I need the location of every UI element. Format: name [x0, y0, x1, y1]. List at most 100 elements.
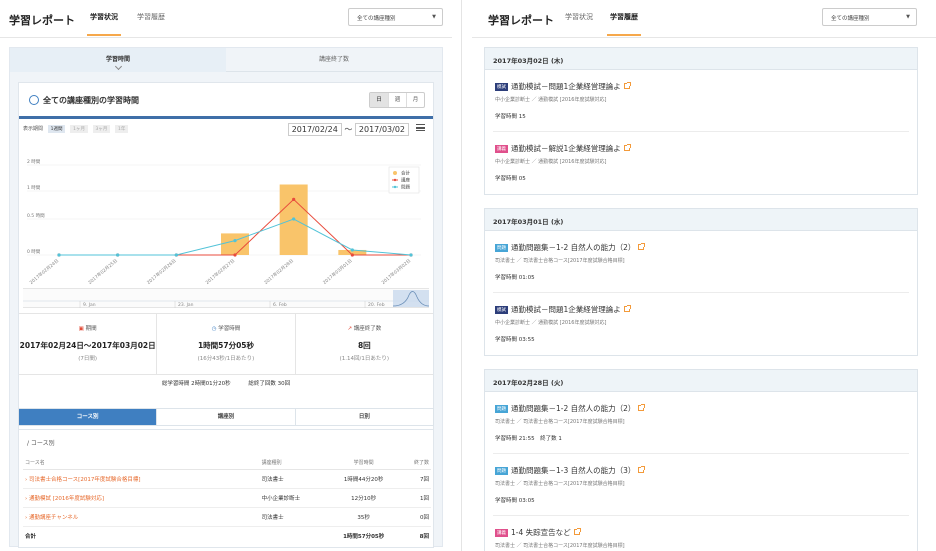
date-to-input[interactable]: 2017/03/02 — [354, 123, 409, 136]
history-entry-course: 中小企業診断士 ／ 通勤模試 [2016年度試験対応] — [495, 159, 607, 165]
course-type: 司法書士 — [259, 507, 329, 527]
series-point — [233, 253, 237, 257]
x-tick-label: 2017年02月24日 — [28, 257, 60, 286]
tab-by-lecture[interactable]: 講座別 — [156, 409, 294, 425]
course-type-select[interactable]: 全ての講座種別 ▼ — [348, 8, 443, 26]
summary-stats: ▣ 期間 2017年02月24日〜2017年03月02日 (7日間) ◷ 学習時… — [19, 313, 433, 375]
tab-by-day[interactable]: 日別 — [294, 409, 433, 425]
history-entry-title[interactable]: 問題 通勤問題集－1-3 自然人の能力（3） — [495, 465, 646, 476]
navigator-svg: 9. Jan 23. Jan 6. Feb 20. Feb — [23, 290, 430, 308]
granularity-month-button[interactable]: 月 — [406, 93, 424, 107]
history-entry-time: 学習時間 15 — [495, 114, 526, 120]
x-tick-label: 2017年02月28日 — [263, 257, 295, 286]
chart-x-labels: 2017年02月24日 2017年02月25日 2017年02月26日 2017年02… — [28, 257, 412, 286]
history-entry-course: 司法書士 ／ 司法書士合格コース[2017年度試験合格目標] — [495, 258, 625, 264]
chart-legend: 合計講座問題 — [388, 166, 420, 194]
period-1week-button[interactable]: 1週間 — [47, 125, 66, 133]
total-label: 合計 — [25, 534, 37, 540]
report-right-pane: 学習レポート 学習状況 学習履歴 全ての講座種別 ▼ 2017年03月02日 (… — [472, 0, 936, 551]
table-row: › 通勤模試 [2016年度試験対応] 中小企業診断士 12分10秒 1回 — [23, 488, 431, 508]
history-entry-title[interactable]: 問題 通勤問題集－1-2 自然人の能力（2） — [495, 403, 646, 414]
history-entry-title[interactable]: 模試 通勤模試－問題1企業経営理論よ — [495, 304, 631, 315]
stat-study-time-value: 1時間57分05秒 — [197, 341, 255, 350]
chart-navigator[interactable]: 9. Jan 23. Jan 6. Feb 20. Feb — [23, 288, 430, 308]
granularity-day-button[interactable]: 日 — [370, 93, 388, 107]
tab-study-status[interactable]: 学習状況 — [87, 12, 121, 36]
external-link-icon — [623, 305, 631, 312]
tab-study-status[interactable]: 学習状況 — [565, 12, 593, 22]
course-type-select[interactable]: 全ての講座種別 ▼ — [822, 8, 917, 26]
legend-marker — [393, 171, 397, 175]
brand-title: 学習レポート — [9, 14, 75, 27]
entry-tag: 講義 — [495, 145, 508, 153]
tab-by-course[interactable]: コース別 — [19, 409, 157, 425]
course-type-select-value: 全ての講座種別 — [831, 16, 870, 22]
entry-tag: 問題 — [495, 467, 508, 475]
external-link-icon — [638, 466, 646, 473]
history-entry: 模試 通勤模試－問題1企業経営理論よ 中小企業診断士 ／ 通勤模試 [2016年度… — [493, 293, 909, 355]
history-day-date: 2017年03月02日 (木) — [485, 48, 917, 70]
history-day-date: 2017年03月01日 (水) — [485, 209, 917, 231]
history-entry-course: 中小企業診断士 ／ 通勤模試 [2016年度試験対応] — [495, 97, 607, 103]
course-table-card: / コース別 コース名 講座種別 学習時間 終了数 › 司法書士合格コース[20… — [18, 429, 434, 548]
granularity-week-button[interactable]: 週 — [388, 93, 406, 107]
table-row: › 司法書士合格コース[2017年度試験合格目標] 司法書士 1時間44分20秒… — [23, 469, 431, 489]
table-total-row: 合計 1時間57分05秒 8回 — [23, 527, 431, 546]
history-entry-title[interactable]: 問題 通勤問題集－1-2 自然人の能力（2） — [495, 242, 646, 253]
series-point — [292, 197, 296, 201]
external-link-icon — [573, 528, 581, 535]
tab-study-time[interactable]: 学習時間 — [10, 48, 226, 72]
x-tick-label: 2017年02月27日 — [204, 257, 236, 286]
period-3month-button[interactable]: 3ヶ月 — [92, 125, 111, 133]
course-link[interactable]: › 通勤講座チャンネル — [23, 507, 260, 527]
legend-label: 合計 — [401, 170, 410, 177]
history-entry: 講義 1-4 失踪宣告など 司法書士 ／ 司法書士合格コース[2017年度試験合格… — [493, 516, 909, 551]
date-range: 2017/02/24 〜 2017/03/02 — [287, 123, 409, 136]
date-separator: 〜 — [344, 125, 353, 134]
overall-totals: 総学習時間 2時間01分20秒 総終了回数 30回 — [19, 379, 433, 387]
history-day: 2017年03月01日 (水) 問題 通勤問題集－1-2 自然人の能力（2） 司法… — [484, 208, 918, 356]
history-entry-title[interactable]: 講義 通勤模試－解説1企業経営理論よ — [495, 143, 631, 154]
history-entry-title[interactable]: 模試 通勤模試－問題1企業経営理論よ — [495, 81, 631, 92]
course-done: 0回 — [398, 507, 431, 527]
stat-period-value: 2017年02月24日〜2017年03月02日 — [19, 341, 156, 350]
stat-completions-label: ↗ 講座終了数 — [347, 326, 382, 332]
y-tick-label: 1 時間 — [27, 185, 41, 191]
tab-course-completions[interactable]: 講座終了数 — [226, 48, 442, 72]
history-entry-time: 学習時間 03:55 — [495, 337, 535, 343]
course-type-select-value: 全ての講座種別 — [357, 16, 396, 22]
history-entry-title[interactable]: 講義 1-4 失踪宣告など — [495, 527, 581, 538]
course-link[interactable]: › 通勤模試 [2016年度試験対応] — [23, 488, 260, 508]
period-1year-button[interactable]: 1年 — [115, 125, 129, 133]
x-tick-label: 2017年02月26日 — [145, 257, 177, 286]
stat-study-time-sub: (16分43秒/1日あたり) — [197, 356, 255, 362]
entry-tag: 講義 — [495, 529, 508, 537]
history-entry: 問題 通勤問題集－1-3 自然人の能力（3） 司法書士 ／ 司法書士合格コース[2… — [493, 454, 909, 516]
stat-completions-sub: (1.14回/1日あたり) — [339, 356, 390, 362]
y-tick-label: 0.5 時間 — [27, 213, 45, 219]
trend-chart-icon: ↗ — [347, 326, 352, 332]
stat-period-label: ▣ 期間 — [78, 326, 97, 332]
entry-tag: 模試 — [495, 83, 508, 91]
chevron-down-icon: ▼ — [906, 14, 910, 20]
external-link-icon — [623, 144, 631, 151]
y-tick-label: 2 時間 — [27, 159, 41, 165]
stat-completions-value: 8回 — [357, 341, 371, 350]
tab-study-history[interactable]: 学習履歴 — [137, 12, 165, 22]
period-1month-button[interactable]: 1ヶ月 — [70, 125, 88, 133]
course-link[interactable]: › 司法書士合格コース[2017年度試験合格目標] — [23, 469, 260, 489]
series-point — [350, 253, 354, 257]
history-entry: 問題 通勤問題集－1-2 自然人の能力（2） 司法書士 ／ 司法書士合格コース[2… — [493, 392, 909, 454]
history-day: 2017年02月28日 (火) 問題 通勤問題集－1-2 自然人の能力（2） 司法… — [484, 369, 918, 551]
date-from-input[interactable]: 2017/02/24 — [287, 123, 342, 136]
breakdown-tabs: コース別 講座別 日別 — [18, 408, 434, 426]
history-day: 2017年03月02日 (木) 模試 通勤模試－問題1企業経営理論よ 中小企業診断… — [484, 47, 918, 195]
chart-menu-icon[interactable] — [416, 124, 425, 131]
x-tick-label: 2017年03月01日 — [321, 257, 353, 286]
card-title: 全ての講座種別の学習時間 — [29, 95, 139, 106]
legend-marker — [393, 185, 397, 189]
history-entry-time: 学習時間 03:05 — [495, 498, 535, 504]
report-left-pane: 学習レポート 学習状況 学習履歴 全ての講座種別 ▼ 学習時間 講座終了数 全て… — [0, 0, 452, 551]
breadcrumb: / コース別 — [27, 440, 55, 447]
tab-study-history[interactable]: 学習履歴 — [607, 12, 641, 36]
